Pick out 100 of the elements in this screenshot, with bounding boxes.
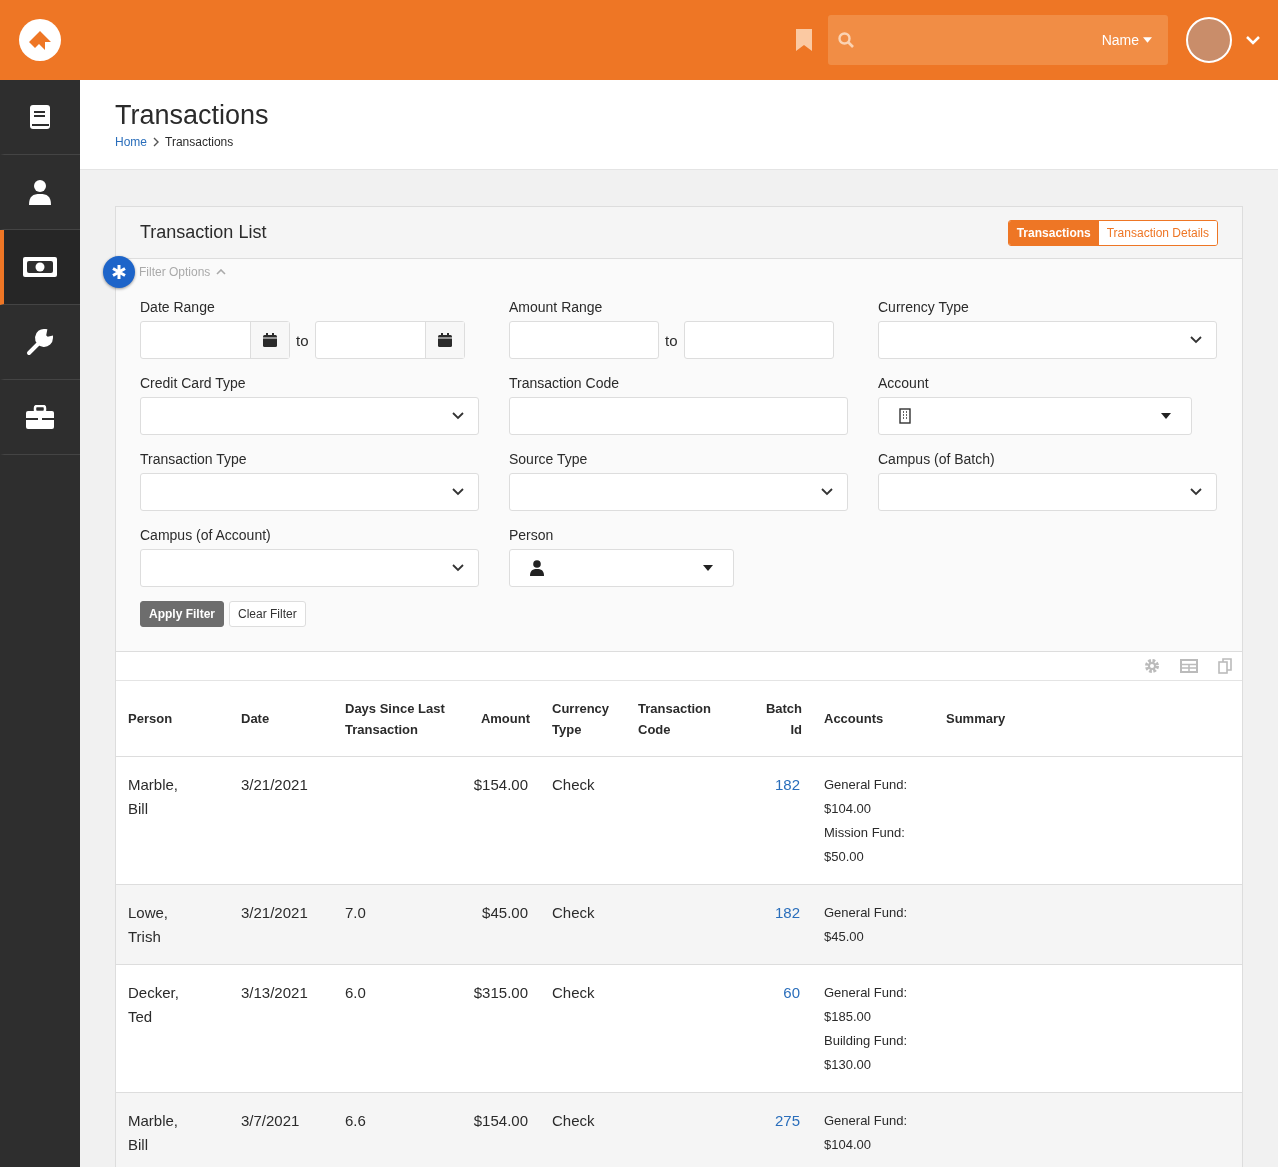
account-fund: General Fund: [824,984,909,1002]
date-input[interactable] [140,321,290,359]
amount-cell: $45.00 [482,904,528,921]
column-header[interactable]: Batch Id [764,697,802,740]
chevron-down-icon [1190,488,1202,496]
batch-id-link[interactable]: 60 [783,984,800,1001]
chevron-down-icon [1190,336,1202,344]
date-cell: 3/13/2021 [241,984,308,1001]
select-field[interactable] [878,473,1217,511]
toggle-tab[interactable]: Transactions [1008,220,1099,245]
days-cell: 6.6 [345,1112,366,1129]
chevron-right-icon [153,137,159,147]
batch-id-link[interactable]: 182 [774,904,800,921]
amount-input[interactable] [683,321,834,359]
table-icon[interactable] [1180,659,1198,673]
chevron-down-icon [452,488,464,496]
clear-filter-button[interactable]: Clear Filter [229,601,306,627]
select-field[interactable] [140,549,479,587]
person-cell-text: Lowe, Trish [128,903,170,947]
range-separator: to [296,331,309,349]
calendar-icon [437,333,452,347]
account-amount: $104.00 [824,1136,872,1154]
account-amount: $50.00 [824,848,865,866]
account-fund: General Fund: [824,1112,909,1130]
caret-down-icon [1161,413,1171,419]
date-input[interactable] [314,321,465,359]
field-label: Account [878,375,930,391]
column-header[interactable]: Person [128,708,219,729]
column-header[interactable]: Currency Type [552,697,616,740]
bookmark-icon[interactable] [796,29,812,51]
account-fund: Mission Fund: [824,824,906,842]
select-field[interactable] [140,397,479,435]
date-cell: 3/21/2021 [241,776,308,793]
avatar[interactable] [1186,17,1232,63]
batch-id-link[interactable]: 182 [774,776,800,793]
panel-title: Transaction List [140,222,267,243]
chevron-down-icon[interactable] [1246,35,1260,45]
person-cell-text: Marble, Bill [128,1111,180,1155]
column-header[interactable]: Amount [471,708,530,729]
amount-input[interactable] [509,321,659,359]
briefcase-icon [26,405,54,429]
account-fund: Building Fund: [824,1032,909,1050]
select-field[interactable] [878,321,1217,359]
person-cell-text: Marble, Bill [128,775,180,819]
account-amount: $45.00 [824,928,865,946]
amount-cell: $154.00 [473,1112,528,1129]
account-fund: General Fund: [824,776,909,794]
toggle-tab[interactable]: Transaction Details [1098,220,1217,245]
currency-cell: Check [552,1112,595,1129]
select-field[interactable] [509,473,848,511]
field-label: Campus (of Batch) [878,451,996,467]
logo-icon[interactable] [18,18,62,62]
book-icon [29,104,51,130]
sidebar-item[interactable] [0,230,80,305]
chevron-up-icon [216,269,227,275]
caret-down-icon [703,565,713,571]
account-amount: $104.00 [824,800,872,818]
date-cell: 3/7/2021 [241,1112,300,1129]
field-label: Transaction Type [140,451,248,467]
currency-cell: Check [552,984,595,1001]
caret-down-icon [1143,37,1152,43]
column-header[interactable]: Date [241,708,323,729]
days-cell: 7.0 [345,904,366,921]
field-label: Transaction Code [509,375,620,391]
account-fund: General Fund: [824,904,909,922]
batch-id-link[interactable]: 275 [774,1112,800,1129]
building-icon [899,408,911,424]
days-cell: 6.0 [345,984,366,1001]
amount-cell: $154.00 [473,776,528,793]
banknote-icon [23,257,57,277]
column-header[interactable]: Days Since Last Transaction [345,697,449,740]
breadcrumb-current: Transactions [165,135,234,149]
field-label: Credit Card Type [140,375,247,391]
chevron-down-icon [821,488,833,496]
range-separator: to [665,331,678,349]
account-amount: $130.00 [824,1056,872,1074]
calendar-icon [263,333,277,347]
column-header[interactable]: Accounts [824,708,924,729]
currency-cell: Check [552,904,595,921]
field-label: Date Range [140,299,216,315]
column-header[interactable]: Transaction Code [638,697,742,740]
copy-icon[interactable] [1218,658,1232,674]
text-input[interactable] [509,397,848,435]
field-label: Currency Type [878,299,970,315]
chevron-down-icon [452,564,464,572]
person-cell-text: Decker, Ted [128,983,180,1027]
person-icon [530,560,544,576]
page-title: Transactions [115,100,270,131]
select-field[interactable] [140,473,479,511]
person-icon [28,179,52,205]
field-label: Amount Range [509,299,604,315]
settings-icon[interactable] [1144,658,1160,674]
breadcrumb-link[interactable]: Home [115,135,147,149]
account-picker[interactable] [878,397,1192,435]
apply-filter-button[interactable]: Apply Filter [140,601,224,627]
column-header[interactable]: Summary [946,708,1232,729]
field-label: Person [509,527,555,543]
field-label: Source Type [509,451,589,467]
person-picker[interactable] [509,549,734,587]
date-cell: 3/21/2021 [241,904,308,921]
